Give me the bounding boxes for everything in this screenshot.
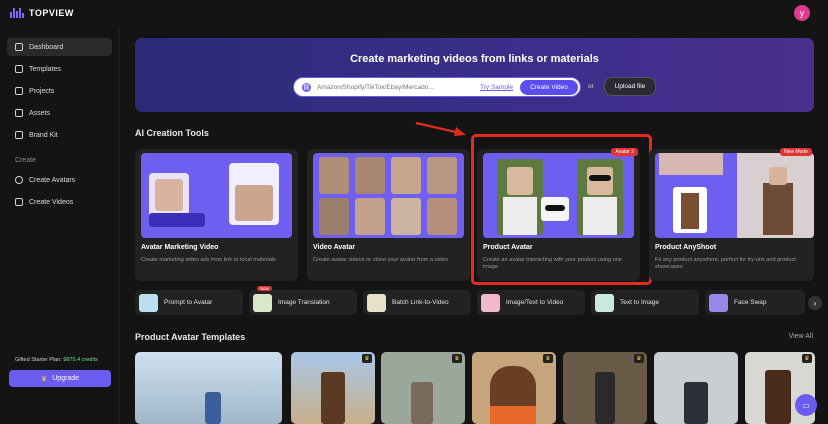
pill-label: Prompt to Avatar: [164, 299, 213, 306]
tool-card-avatar-marketing-video[interactable]: Avatar Marketing Video Create marketing …: [135, 149, 298, 281]
pill-label: Text to Image: [620, 299, 660, 306]
link-input[interactable]: [317, 81, 447, 94]
crown-icon: ♛: [452, 354, 462, 363]
brand-kit-icon: [15, 131, 23, 139]
user-avatar[interactable]: y: [794, 5, 810, 21]
new-mode-badge: New Mode: [780, 148, 812, 156]
card-description: Fit any product anywhere, perfect for tr…: [655, 257, 796, 270]
sidebar-item-label: Create Videos: [29, 198, 74, 206]
sidebar-item-create-avatars[interactable]: Create Avatars: [7, 171, 112, 189]
template-thumbnail[interactable]: ♛: [291, 352, 375, 424]
crown-icon: ♛: [40, 375, 48, 383]
image-translation-icon: [253, 293, 272, 312]
sidebar-item-assets[interactable]: Assets: [7, 104, 112, 122]
face-swap-icon: [709, 293, 728, 312]
card-description: Create marketing video ads from link or …: [141, 257, 276, 263]
prompt-to-avatar-icon: [139, 293, 158, 312]
pill-label: Face Swap: [734, 299, 767, 306]
sidebar-item-dashboard[interactable]: Dashboard: [7, 38, 112, 56]
card-title: Product AnyShoot: [655, 244, 717, 251]
link-icon: ⛓: [302, 83, 311, 92]
template-thumbnail[interactable]: ♛: [472, 352, 556, 424]
pill-label: Batch Link-to-Video: [392, 299, 449, 306]
template-thumbnail[interactable]: ♛: [381, 352, 465, 424]
tool-card-product-anyshoot[interactable]: New Mode Product AnyShoot Fit any produc…: [649, 148, 814, 281]
card-thumbnail: [313, 153, 464, 238]
avatar-icon: [15, 176, 23, 184]
main-content: Create marketing videos from links or ma…: [121, 28, 828, 424]
plan-info: Gifted Starter Plan: 9875.4 credits: [15, 357, 98, 363]
sidebar-item-label: Assets: [29, 109, 51, 117]
sidebar-item-label: Brand Kit: [29, 131, 58, 139]
template-thumbnail[interactable]: [654, 352, 738, 424]
logo-text: TOPVIEW: [29, 8, 74, 18]
templates-heading: Product Avatar Templates: [135, 332, 246, 342]
video-icon: [15, 198, 23, 206]
templates-icon: [15, 65, 23, 73]
sidebar-item-projects[interactable]: Projects: [7, 82, 112, 100]
plan-label: Gifted Starter Plan:: [15, 357, 62, 363]
tool-card-video-avatar[interactable]: Video Avatar Create avatar videos or clo…: [307, 149, 470, 281]
link-search-bar: ⛓ Try Sample Create Video: [293, 77, 581, 97]
upgrade-label: Upgrade: [52, 375, 80, 382]
pill-label: Image Translation: [278, 299, 330, 306]
sidebar-item-label: Dashboard: [29, 43, 64, 51]
app-root: TOPVIEW y Dashboard Templates Projects A…: [0, 0, 828, 424]
card-title: Avatar Marketing Video: [141, 244, 219, 251]
tool-pill-face-swap[interactable]: Face Swap: [705, 290, 805, 315]
upload-file-button[interactable]: Upload file: [604, 77, 656, 96]
or-text: or: [588, 83, 594, 90]
sidebar: Dashboard Templates Projects Assets Bran…: [0, 28, 120, 424]
tools-heading: AI Creation Tools: [135, 128, 209, 138]
crown-icon: ♛: [802, 354, 812, 363]
chat-support-icon[interactable]: ▭: [795, 394, 817, 416]
create-video-button[interactable]: Create Video: [520, 80, 578, 95]
dashboard-icon: [15, 43, 23, 51]
sidebar-item-create-videos[interactable]: Create Videos: [7, 193, 112, 211]
tool-pill-image-translation[interactable]: New Image Translation: [249, 286, 357, 315]
template-thumbnail[interactable]: [135, 352, 282, 424]
logo[interactable]: TOPVIEW: [10, 8, 74, 18]
plan-credits: 9875.4 credits: [63, 357, 98, 363]
image-text-to-video-icon: [481, 293, 500, 312]
scroll-right-button[interactable]: ›: [808, 296, 822, 310]
sidebar-item-label: Projects: [29, 87, 55, 95]
sidebar-item-label: Create Avatars: [29, 176, 76, 184]
text-to-image-icon: [595, 293, 614, 312]
batch-link-to-video-icon: [367, 293, 386, 312]
card-thumbnail: [655, 153, 814, 238]
hero-banner: Create marketing videos from links or ma…: [135, 38, 814, 112]
upgrade-button[interactable]: ♛ Upgrade: [9, 370, 111, 387]
tool-pill-image-text-to-video[interactable]: Image/Text to Video: [477, 290, 585, 315]
section-label-create: Create: [15, 157, 37, 164]
logo-icon: [10, 8, 24, 18]
sidebar-item-templates[interactable]: Templates: [7, 60, 112, 78]
projects-icon: [15, 87, 23, 95]
tool-pill-prompt-to-avatar[interactable]: Prompt to Avatar: [135, 290, 243, 315]
top-bar: TOPVIEW y: [0, 0, 828, 28]
card-description: Create avatar videos or clone your avata…: [313, 257, 448, 263]
card-title: Video Avatar: [313, 244, 356, 251]
annotation-arrow-icon: [415, 121, 466, 136]
card-thumbnail: [141, 153, 292, 238]
try-sample-link[interactable]: Try Sample: [480, 84, 513, 91]
template-thumbnail[interactable]: ♛: [563, 352, 647, 424]
folder-icon: [15, 109, 23, 117]
crown-icon: ♛: [634, 354, 644, 363]
tool-pill-batch-link-to-video[interactable]: Batch Link-to-Video: [363, 290, 471, 315]
sidebar-item-brand-kit[interactable]: Brand Kit: [7, 126, 112, 144]
highlight-box: [471, 134, 652, 285]
hero-title: Create marketing videos from links or ma…: [350, 53, 599, 65]
crown-icon: ♛: [362, 354, 372, 363]
view-all-link[interactable]: View All: [789, 333, 813, 340]
new-badge: New: [257, 286, 273, 291]
sidebar-item-label: Templates: [29, 65, 61, 73]
crown-icon: ♛: [543, 354, 553, 363]
tool-pill-text-to-image[interactable]: Text to Image: [591, 290, 699, 315]
pill-label: Image/Text to Video: [506, 299, 564, 306]
